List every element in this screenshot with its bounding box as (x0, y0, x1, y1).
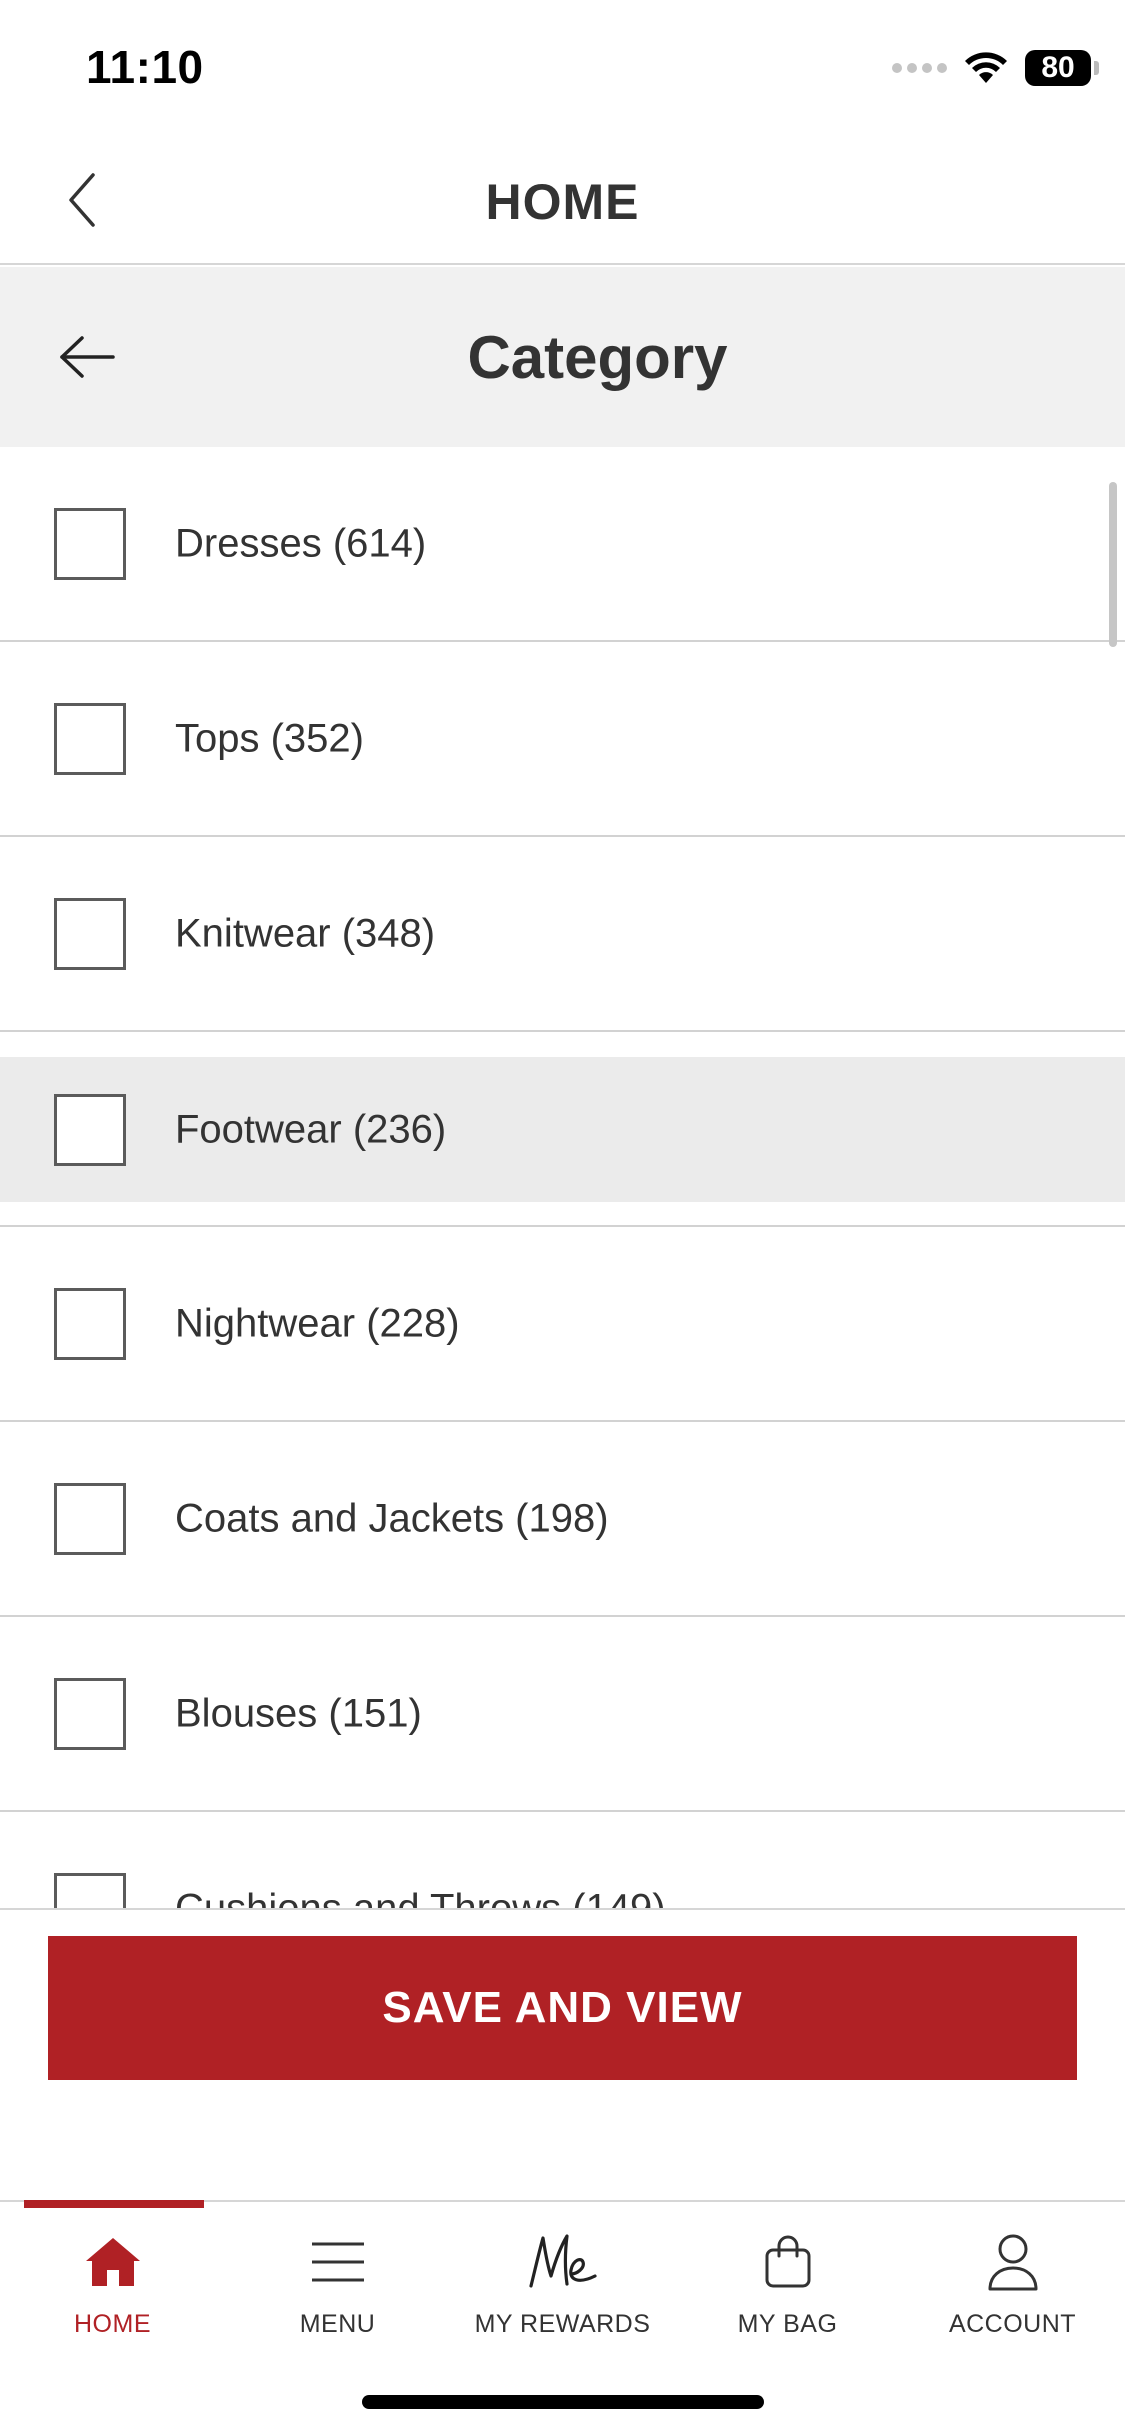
tab-label: MY REWARDS (474, 2310, 651, 2338)
category-item-blouses[interactable]: Blouses (151) (0, 1617, 1125, 1812)
status-bar: 11:10 80 (0, 0, 1125, 135)
category-title: Category (467, 324, 728, 391)
save-and-view-button[interactable]: SAVE AND VIEW (48, 1936, 1077, 2080)
checkbox[interactable] (54, 507, 126, 580)
tab-label: ACCOUNT (948, 2310, 1077, 2338)
home-indicator[interactable] (362, 2395, 764, 2409)
category-item-nightwear[interactable]: Nightwear (228) (0, 1227, 1125, 1422)
cellular-signal-icon (892, 63, 947, 73)
category-label: Nightwear (228) (175, 1301, 460, 1345)
category-label: Footwear (236) (175, 1107, 447, 1151)
tab-menu[interactable]: MENU (225, 2222, 450, 2362)
category-item-footwear[interactable]: Footwear (236) (0, 1032, 1125, 1227)
category-header: Category (0, 267, 1125, 447)
shopping-bag-icon (765, 2235, 810, 2288)
checkbox[interactable] (54, 1093, 126, 1166)
active-tab-indicator (24, 2200, 204, 2208)
hamburger-menu-icon (311, 2242, 364, 2282)
status-icons: 80 (892, 46, 1099, 90)
home-icon (85, 2238, 140, 2286)
tab-label: HOME (74, 2310, 151, 2338)
status-time: 11:10 (86, 41, 204, 93)
page-title: HOME (485, 174, 640, 230)
tab-account[interactable]: ACCOUNT (900, 2222, 1125, 2362)
category-label: Dresses (614) (175, 521, 427, 565)
battery-icon: 80 (1025, 50, 1099, 86)
checkbox[interactable] (54, 702, 126, 775)
checkbox[interactable] (54, 1287, 126, 1360)
tab-label: MENU (299, 2310, 376, 2338)
category-item-coats-and-jackets[interactable]: Coats and Jackets (198) (0, 1422, 1125, 1617)
category-item-dresses[interactable]: Dresses (614) (0, 447, 1125, 642)
tab-home[interactable]: HOME (0, 2222, 225, 2362)
checkbox[interactable] (54, 1482, 126, 1555)
category-label: Tops (352) (175, 716, 364, 760)
scrollbar[interactable] (1109, 482, 1117, 647)
checkbox[interactable] (54, 897, 126, 970)
checkbox[interactable] (54, 1872, 126, 1910)
nav-header: HOME (0, 135, 1125, 265)
category-list[interactable]: Dresses (614) Tops (352) Knitwear (348) … (0, 447, 1125, 1910)
category-label: Knitwear (348) (175, 911, 436, 955)
cta-area: SAVE AND VIEW (0, 1908, 1125, 2200)
category-item-knitwear[interactable]: Knitwear (348) (0, 837, 1125, 1032)
category-label: Blouses (151) (175, 1691, 422, 1735)
category-label: Cushions and Throws (149) (175, 1886, 666, 1910)
checkbox[interactable] (54, 1677, 126, 1750)
tab-my-rewards[interactable]: MY REWARDS (450, 2222, 675, 2362)
category-item-tops[interactable]: Tops (352) (0, 642, 1125, 837)
me-logo-icon (528, 2234, 597, 2288)
category-label: Coats and Jackets (198) (175, 1496, 609, 1540)
wifi-icon (965, 52, 1007, 83)
tab-my-bag[interactable]: MY BAG (675, 2222, 900, 2362)
battery-level: 80 (1041, 51, 1075, 84)
tab-label: MY BAG (737, 2310, 838, 2338)
user-icon (988, 2234, 1037, 2291)
category-item-cushions-and-throws[interactable]: Cushions and Throws (149) (0, 1812, 1125, 1910)
